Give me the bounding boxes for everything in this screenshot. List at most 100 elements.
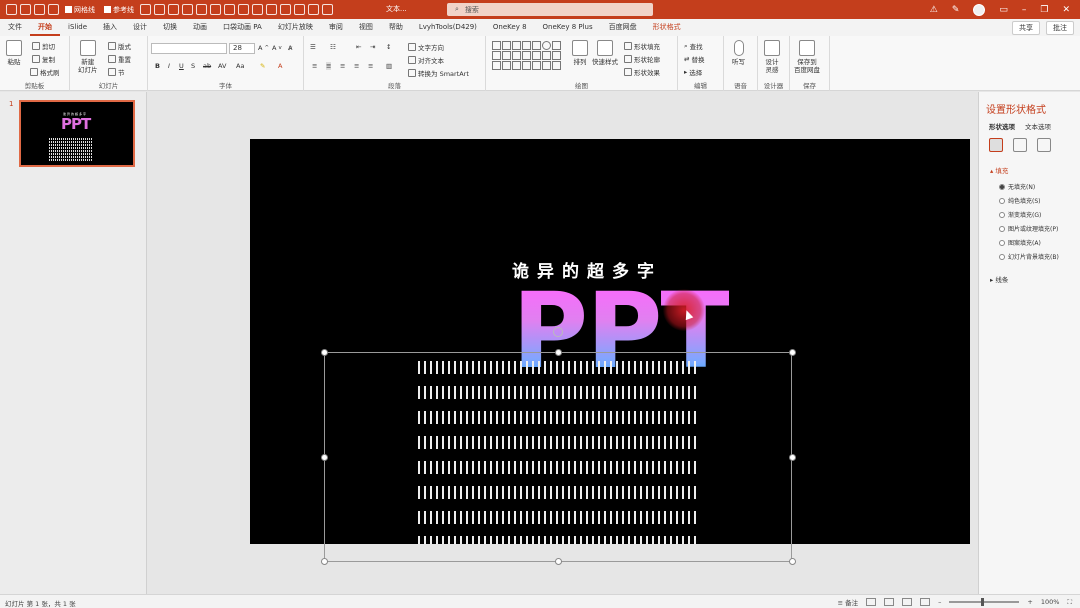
shapes-gallery[interactable] <box>492 41 561 71</box>
align-top-icon[interactable] <box>182 4 193 15</box>
slideshow-view-icon[interactable] <box>920 598 931 606</box>
tab-pocket-animation[interactable]: 口袋动画 PA <box>215 19 270 36</box>
arrange-button[interactable]: 排列 <box>572 40 588 66</box>
tab-baidu-netdisk[interactable]: 百度网盘 <box>601 19 645 36</box>
text-direction-button[interactable]: 文字方向 <box>408 42 444 52</box>
eyedropper-icon[interactable] <box>322 4 333 15</box>
reading-view-icon[interactable] <box>902 598 913 606</box>
fill-option-none[interactable]: 无填充(N) <box>999 182 1035 191</box>
align-right-text-icon[interactable]: ≡ <box>340 62 345 70</box>
tab-review[interactable]: 审阅 <box>321 19 351 36</box>
justify-icon[interactable]: ≡ <box>354 62 359 70</box>
shadow-button[interactable]: S <box>191 62 195 70</box>
underline-button[interactable]: U <box>179 62 184 70</box>
align-center-text-icon[interactable]: ≡ <box>326 62 332 70</box>
paste-button[interactable]: 粘贴 <box>6 40 22 66</box>
warning-icon[interactable]: ⚠ <box>930 5 938 15</box>
effects-pentagon-icon[interactable] <box>1013 138 1027 152</box>
outline-icon[interactable] <box>294 4 305 15</box>
align-bottom-icon[interactable] <box>210 4 221 15</box>
resize-handle-bottom-right[interactable] <box>789 558 796 565</box>
resize-handle-left[interactable] <box>321 454 328 461</box>
font-color-icon[interactable]: A <box>278 62 282 70</box>
zoom-slider-thumb[interactable] <box>981 598 985 606</box>
shrink-font-button[interactable]: Av <box>272 44 282 52</box>
close-icon[interactable]: ✕ <box>1062 5 1070 15</box>
smartart-button[interactable]: 转换为 SmartArt <box>408 68 469 78</box>
char-spacing-button[interactable]: AV <box>218 62 226 70</box>
line-section-header[interactable]: ▸ 线条 <box>990 274 1008 284</box>
merge-shapes-icon[interactable] <box>266 4 277 15</box>
normal-view-icon[interactable] <box>866 598 877 606</box>
tab-insert[interactable]: 插入 <box>95 19 125 36</box>
select-button[interactable]: ▸ 选择 <box>684 67 702 77</box>
font-size-select[interactable]: 28 <box>229 43 255 54</box>
tab-file[interactable]: 文件 <box>0 19 30 36</box>
section-button[interactable]: 节 <box>108 67 125 77</box>
gridlines-checkbox[interactable]: 网格线 <box>65 5 95 15</box>
tab-onekey8-plus[interactable]: OneKey 8 Plus <box>535 19 601 36</box>
undo-icon[interactable] <box>20 4 31 15</box>
share-button[interactable]: 共享 <box>1012 21 1040 35</box>
resize-handle-bottom-left[interactable] <box>321 558 328 565</box>
tab-onekey8[interactable]: OneKey 8 <box>485 19 535 36</box>
save-icon[interactable] <box>6 4 17 15</box>
resize-handle-bottom[interactable] <box>555 558 562 565</box>
line-spacing-icon[interactable]: ↕ <box>386 43 391 51</box>
fill-option-slide-background[interactable]: 幻灯片背景填充(B) <box>999 252 1059 261</box>
tab-slideshow[interactable]: 幻灯片放映 <box>270 19 321 36</box>
ribbon-display-icon[interactable]: ▭ <box>999 5 1008 15</box>
resize-handle-right[interactable] <box>789 454 796 461</box>
search-box[interactable]: ⌕ 搜索 <box>447 3 653 16</box>
find-button[interactable]: ⌕ 查找 <box>684 41 703 52</box>
layout-button[interactable]: 版式 <box>108 41 131 51</box>
save-to-baidu-button[interactable]: 保存到 百度网盘 <box>794 40 820 74</box>
align-text-button[interactable]: 对齐文本 <box>408 55 444 65</box>
increase-indent-icon[interactable]: ⇥ <box>370 43 375 51</box>
italic-button[interactable]: I <box>168 62 170 70</box>
dictate-button[interactable]: 听写 <box>732 40 745 66</box>
tab-shape-format[interactable]: 形状格式 <box>645 19 689 36</box>
tab-islide[interactable]: iSlide <box>60 19 95 36</box>
shape-fill-button[interactable]: 形状填充 <box>624 41 660 51</box>
tab-view[interactable]: 视图 <box>351 19 381 36</box>
tab-text-options[interactable]: 文本选项 <box>1025 121 1051 131</box>
align-right-icon[interactable] <box>168 4 179 15</box>
bold-button[interactable]: B <box>155 62 160 70</box>
fill-section-header[interactable]: ▴ 填充 <box>990 165 1008 175</box>
fit-slide-icon[interactable]: ⛶ <box>1067 598 1072 607</box>
shape-outline-button[interactable]: 形状轮廓 <box>624 54 660 64</box>
ungroup-icon[interactable] <box>252 4 263 15</box>
new-slide-button[interactable]: 新建 幻灯片 <box>78 40 98 74</box>
align-left-icon[interactable] <box>140 4 151 15</box>
distributed-icon[interactable]: ≡ <box>368 62 373 70</box>
zoom-level[interactable]: 100% <box>1041 598 1060 606</box>
avatar[interactable] <box>973 3 986 16</box>
pen-icon[interactable]: ✎ <box>952 5 960 15</box>
size-properties-icon[interactable] <box>1037 138 1051 152</box>
comments-button[interactable]: 批注 <box>1046 21 1074 35</box>
tab-animations[interactable]: 动画 <box>185 19 215 36</box>
notes-button[interactable]: ≡ 备注 <box>838 597 859 607</box>
guides-checkbox[interactable]: 参考线 <box>104 5 134 15</box>
slide-thumbnail[interactable]: 诡异的超多字 PPT <box>19 100 135 167</box>
resize-handle-top[interactable] <box>555 349 562 356</box>
bullets-icon[interactable]: ☰ <box>310 43 316 51</box>
fill-option-solid[interactable]: 纯色填充(S) <box>999 196 1041 205</box>
redo-icon[interactable] <box>34 4 45 15</box>
shape-icon[interactable] <box>48 4 59 15</box>
columns-icon[interactable]: ▥ <box>386 62 392 70</box>
minimize-icon[interactable]: – <box>1022 5 1027 15</box>
resize-handle-top-right[interactable] <box>789 349 796 356</box>
align-left-text-icon[interactable]: ≡ <box>312 62 317 70</box>
fill-line-icon[interactable] <box>989 138 1003 152</box>
align-center-icon[interactable] <box>154 4 165 15</box>
reset-button[interactable]: 重置 <box>108 54 131 64</box>
tab-shape-options[interactable]: 形状选项 <box>989 121 1015 131</box>
highlight-icon[interactable]: ✎ <box>260 62 265 70</box>
fill-option-picture[interactable]: 图片或纹理填充(P) <box>999 224 1058 233</box>
zoom-slider[interactable] <box>949 598 1020 606</box>
tab-transitions[interactable]: 切换 <box>155 19 185 36</box>
fill-option-gradient[interactable]: 渐变填充(G) <box>999 210 1041 219</box>
clear-format-icon[interactable]: A̷ <box>288 44 292 52</box>
